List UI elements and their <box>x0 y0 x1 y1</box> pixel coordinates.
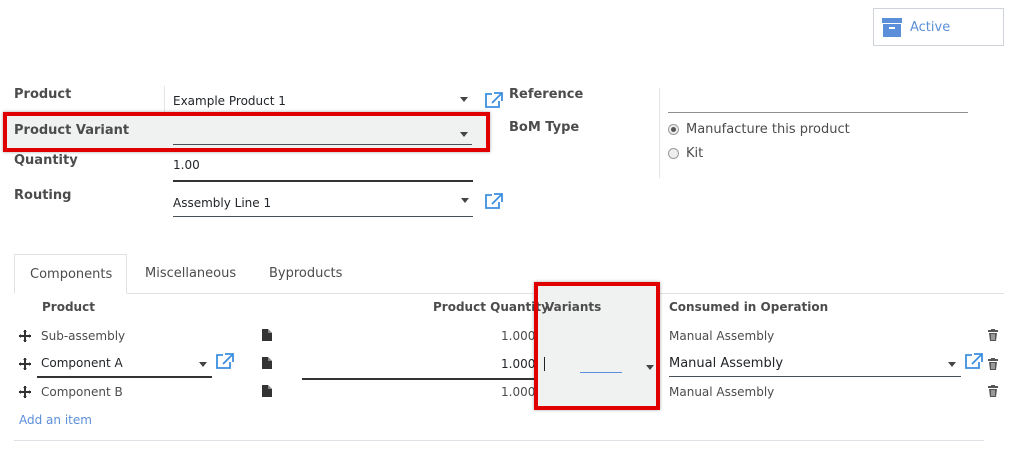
reference-field[interactable] <box>668 94 968 113</box>
drag-handle-icon[interactable] <box>19 358 31 370</box>
row-operation: Manual Assembly <box>669 329 775 343</box>
row-quantity: 1.000 <box>501 357 536 371</box>
quantity-label: Quantity <box>14 153 78 168</box>
tab-label: Byproducts <box>269 266 343 281</box>
trash-icon[interactable] <box>988 385 998 397</box>
row-quantity: 1.000 <box>501 329 536 343</box>
chevron-down-icon <box>460 97 468 102</box>
product-value: Example Product 1 <box>173 94 286 108</box>
bom-type-option-label: Manufacture this product <box>686 122 850 137</box>
file-icon[interactable] <box>262 357 272 369</box>
right-column-divider <box>659 88 660 178</box>
routing-field[interactable]: Assembly Line 1 <box>173 194 473 217</box>
row-quantity: 1.000 <box>501 385 536 399</box>
external-link-icon[interactable] <box>484 92 503 109</box>
row-product: Sub-assembly <box>41 329 126 343</box>
external-link-icon[interactable] <box>484 193 503 210</box>
tab-label: Miscellaneous <box>145 266 237 281</box>
routing-value: Assembly Line 1 <box>173 196 272 210</box>
column-header-operation[interactable]: Consumed in Operation <box>669 300 828 314</box>
tabs-bottom-border <box>14 293 1004 294</box>
table-row[interactable]: Sub-assembly 1.000 Manual Assembly <box>14 322 1004 350</box>
external-link-icon[interactable] <box>215 353 234 370</box>
radio-checked-icon <box>668 124 679 135</box>
table-row[interactable]: Component A 1.000 Manual Assembly <box>14 350 1004 380</box>
archive-box-icon <box>882 18 902 38</box>
row-quantity-input[interactable]: 1.000 <box>302 352 536 380</box>
reference-label: Reference <box>509 87 584 102</box>
tab-miscellaneous[interactable]: Miscellaneous <box>145 266 236 281</box>
active-toggle-button[interactable]: Active <box>873 8 1004 46</box>
file-icon[interactable] <box>262 385 272 397</box>
add-item-link[interactable]: Add an item <box>19 413 92 427</box>
table-row[interactable]: Component B 1.000 Manual Assembly <box>14 378 1004 406</box>
row-product: Component B <box>41 385 123 399</box>
external-link-icon[interactable] <box>964 353 983 370</box>
highlight-box-variants-column <box>534 282 660 410</box>
tab-byproducts[interactable]: Byproducts <box>269 266 342 281</box>
row-product: Component A <box>41 356 123 370</box>
row-operation-input[interactable]: Manual Assembly <box>669 352 961 377</box>
product-field-left-border <box>164 86 165 114</box>
active-label: Active <box>910 20 951 35</box>
product-field[interactable]: Example Product 1 <box>164 86 474 114</box>
column-header-quantity[interactable]: Product Quantity <box>433 300 549 314</box>
trash-icon[interactable] <box>988 358 998 370</box>
quantity-field[interactable]: 1.00 <box>173 156 473 182</box>
chevron-down-icon <box>461 198 469 203</box>
product-label: Product <box>14 87 72 102</box>
row-product-input[interactable]: Component A <box>37 352 212 378</box>
tab-components[interactable]: Components <box>14 254 127 294</box>
chevron-down-icon <box>948 362 956 367</box>
radio-unchecked-icon <box>668 148 679 159</box>
row-operation: Manual Assembly <box>669 356 784 371</box>
drag-handle-icon[interactable] <box>19 386 31 398</box>
bom-type-option-manufacture[interactable]: Manufacture this product <box>668 122 928 140</box>
tab-label: Components <box>30 267 113 282</box>
row-operation: Manual Assembly <box>669 385 775 399</box>
drag-handle-icon[interactable] <box>19 330 31 342</box>
trash-icon[interactable] <box>988 329 998 341</box>
chevron-down-icon <box>199 362 207 367</box>
bom-type-label: BoM Type <box>509 120 580 135</box>
routing-label: Routing <box>14 188 72 203</box>
table-bottom-divider <box>14 440 984 441</box>
column-header-product[interactable]: Product <box>42 300 95 314</box>
bom-type-option-kit[interactable]: Kit <box>668 145 768 163</box>
bom-type-option-label: Kit <box>686 146 704 161</box>
quantity-value: 1.00 <box>173 158 200 172</box>
file-icon[interactable] <box>262 329 272 341</box>
highlight-box-product-variant <box>3 112 490 152</box>
